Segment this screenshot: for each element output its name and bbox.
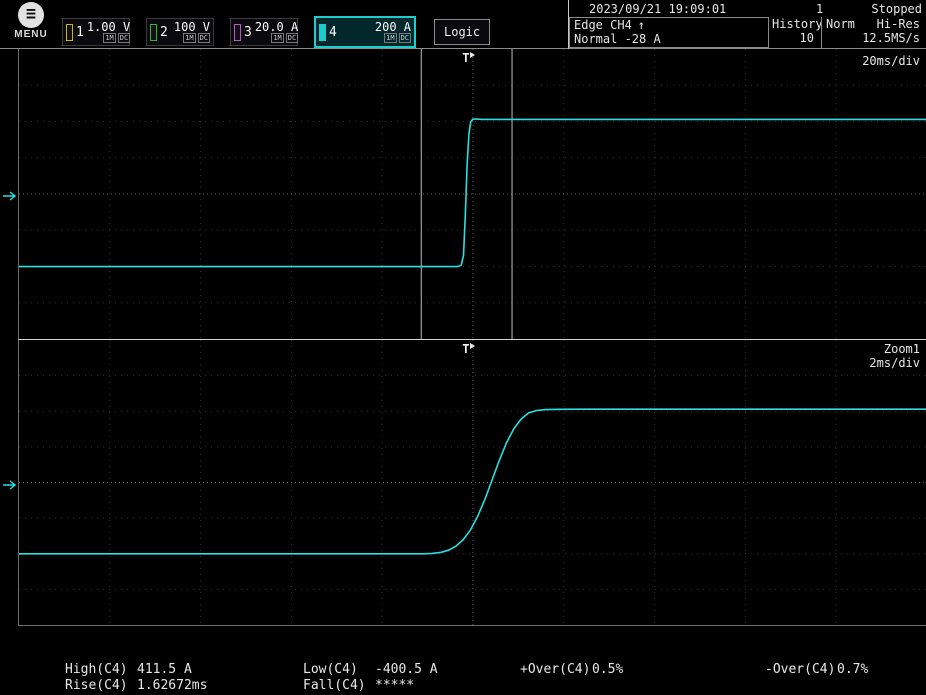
trigger-flag-icon [470,343,475,349]
trigger-settings-box[interactable]: Edge CH4 ↑ Normal -28 A [569,17,769,48]
zoom-window-label: Zoom1 [884,343,920,356]
status-row-1: 2023/09/21 19:09:01 1 Stopped [569,0,926,16]
channel-4-coupling-badges: 1MDC [382,33,411,43]
zoom-waveform-window[interactable]: Zoom1 2ms/div T [18,340,926,626]
trigger-level-label: Normal -28 A [574,32,764,46]
measurement-plus-over: +Over(C4)0.5% [520,662,623,677]
channel-3-box[interactable]: 3 20.0 A 1MDC [230,18,298,46]
channel-1-box[interactable]: 1 1.00 V 1MDC [62,18,130,46]
channel-3-scale: 20.0 A [255,22,298,33]
main-waveform-window[interactable]: 20ms/div T [18,49,926,340]
acq-resolution-label: Hi-Res [877,17,920,31]
hamburger-menu-icon: ≡ [18,2,44,28]
channel-2-color-bar-icon [150,24,157,41]
acquisition-box[interactable]: Norm Hi-Res 12.5MS/s [821,17,924,48]
ch4-zero-level-marker-icon[interactable] [2,187,16,206]
channel-2-number: 2 [160,25,168,40]
acquisition-count: 1 [816,2,823,16]
channel-2-scale: 100 V [174,22,210,33]
trigger-mode-label: Edge CH4 [574,18,632,32]
channel-1-color-bar-icon [66,24,73,41]
channel-1-number: 1 [76,25,84,40]
zoom-waveform-plot [19,340,926,625]
measurement-low: Low(C4)-400.5 A [303,662,438,677]
menu-label: MENU [8,29,54,40]
waveform-display: 20ms/div T Zoom1 2ms/div T [0,49,926,626]
oscilloscope-screen: ≡ MENU 1 1.00 V 1MDC 2 100 V [0,0,926,695]
channel-1-coupling-badges: 1MDC [101,33,130,43]
ch4-zoom-zero-level-marker-icon[interactable] [2,476,16,495]
zoom-timebase-label: 2ms/div [869,357,920,370]
zoom-trigger-position-marker[interactable]: T [462,342,469,356]
measurement-high: High(C4)411.5 A [65,662,192,677]
measurement-fall: Fall(C4)***** [303,678,414,693]
channel-4-number: 4 [329,25,337,40]
sample-rate-label: 12.5MS/s [826,31,920,45]
channel-3-number: 3 [244,25,252,40]
measurement-minus-over: -Over(C4)0.7% [765,662,868,677]
channel-2-box[interactable]: 2 100 V 1MDC [146,18,214,46]
acq-mode-label: Norm [826,17,855,31]
measurements-bar: High(C4)411.5 A Low(C4)-400.5 A +Over(C4… [0,627,926,695]
logic-button[interactable]: Logic [434,19,490,45]
main-timebase-label: 20ms/div [862,55,920,68]
status-row-2: Edge CH4 ↑ Normal -28 A History 10 Norm H… [569,17,924,48]
channel-4-box[interactable]: 4 200 A 1MDC [314,16,416,48]
measurement-rise: Rise(C4)1.62672ms [65,678,207,693]
rising-edge-icon: ↑ [638,18,645,32]
trigger-flag-icon [470,52,475,58]
channel-3-color-bar-icon [234,24,241,41]
history-box[interactable]: History 10 [769,17,821,48]
channel-3-coupling-badges: 1MDC [269,33,298,43]
channel-1-scale: 1.00 V [87,22,130,33]
run-state-badge: Stopped [871,2,922,16]
top-bar: ≡ MENU 1 1.00 V 1MDC 2 100 V [0,0,926,49]
channel-bar: 1 1.00 V 1MDC 2 100 V 1MDC [62,16,490,48]
trigger-position-marker[interactable]: T [462,51,469,65]
status-area: 2023/09/21 19:09:01 1 Stopped Edge CH4 ↑ … [568,0,926,49]
datetime: 2023/09/21 19:09:01 [589,2,726,16]
history-label: History [772,17,818,31]
channel-4-scale: 200 A [375,22,411,33]
menu-button[interactable]: ≡ MENU [8,2,54,40]
history-value: 10 [772,31,818,45]
channel-2-coupling-badges: 1MDC [181,33,210,43]
channel-4-color-bar-icon [319,24,326,41]
main-waveform-plot [19,49,926,339]
